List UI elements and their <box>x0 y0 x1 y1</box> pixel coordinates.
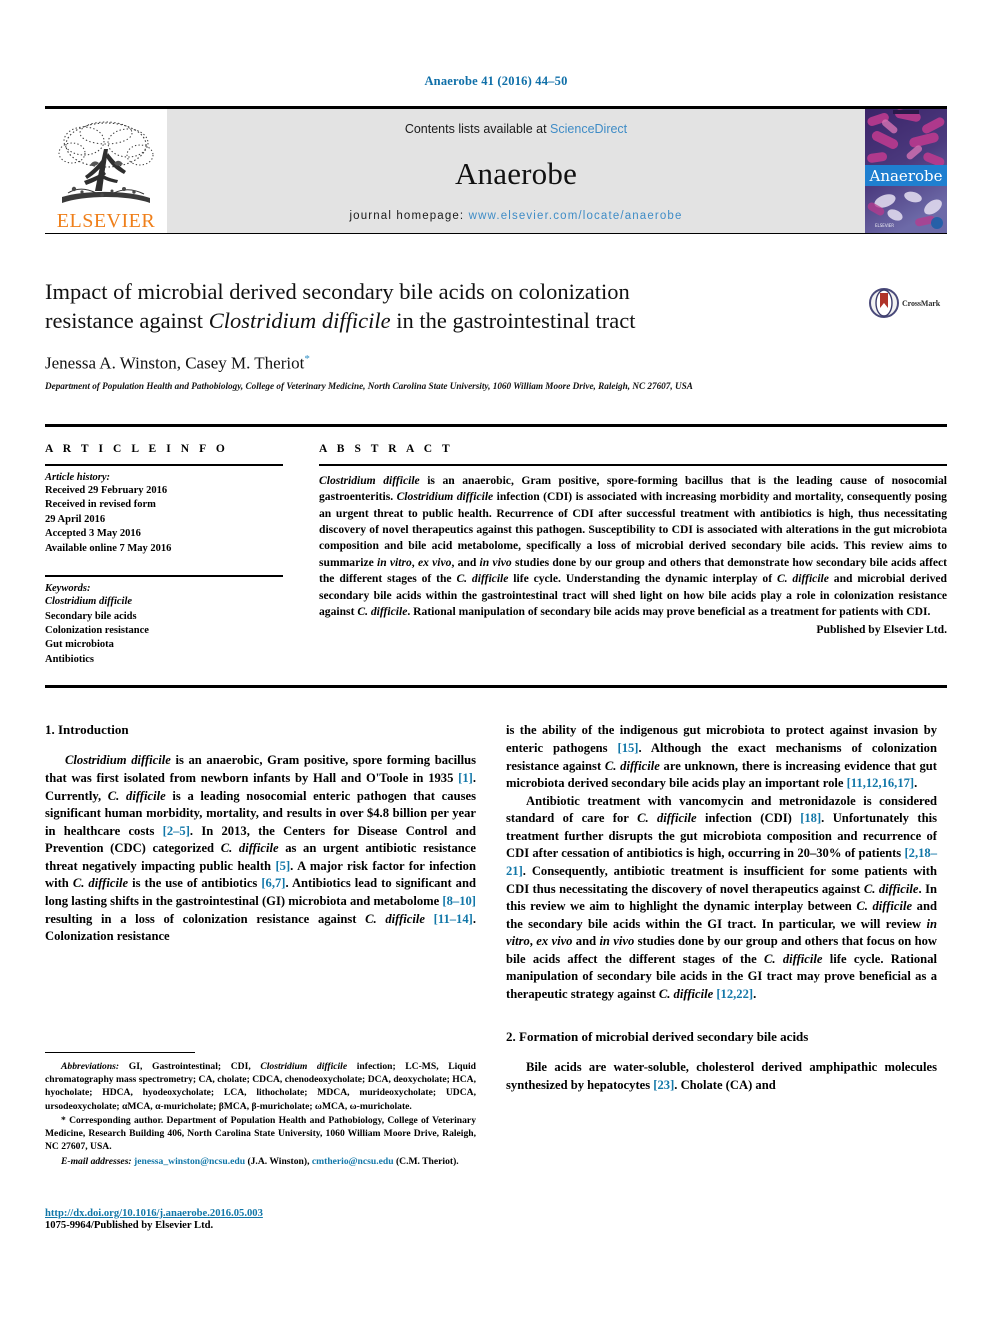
abstract-heading: A B S T R A C T <box>319 442 454 455</box>
footnote-emails: E-mail addresses: jenessa_winston@ncsu.e… <box>45 1155 476 1168</box>
email-owner-theriot: (C.M. Theriot). <box>393 1155 459 1167</box>
paragraph-intro-2: Antibiotic treatment with vancomycin and… <box>506 793 937 1001</box>
email-link-winston[interactable]: jenessa_winston@ncsu.edu <box>134 1156 245 1167</box>
page-title: Impact of microbial derived secondary bi… <box>45 278 845 336</box>
title-species-name: Clostridium difficile <box>208 307 391 333</box>
affiliation: Department of Population Health and Path… <box>45 381 693 392</box>
elsevier-tree-icon <box>54 119 158 211</box>
svg-text:ELSEVIER: ELSEVIER <box>875 223 894 228</box>
issn-publisher-line: 1075-9964/Published by Elsevier Ltd. <box>45 1220 214 1231</box>
masthead-center: Contents lists available at ScienceDirec… <box>167 109 865 233</box>
body-column-left: 1. Introduction Clostridium difficile is… <box>45 722 476 1094</box>
keyword-item: Secondary bile acids <box>45 610 137 622</box>
history-item: Available online 7 May 2016 <box>45 542 172 554</box>
footnote-corresponding-author: * Corresponding author. Department of Po… <box>45 1114 476 1154</box>
homepage-prefix: journal homepage: <box>349 210 469 222</box>
corresponding-text: Corresponding author. Department of Popu… <box>45 1114 476 1153</box>
crossmark-label: CrossMark <box>902 298 941 308</box>
corresponding-author-marker[interactable]: * <box>304 353 310 365</box>
keywords-group: Keywords: Clostridium difficile Secondar… <box>45 575 283 667</box>
abstract-column: A B S T R A C T Clostridium difficile is… <box>319 443 947 668</box>
abbreviations-label: Abbreviations: <box>61 1061 120 1072</box>
keyword-item: Antibiotics <box>45 653 95 665</box>
journal-homepage-line: journal homepage: www.elsevier.com/locat… <box>349 210 682 222</box>
crossmark-icon <box>869 288 899 318</box>
history-item: 29 April 2016 <box>45 513 106 525</box>
abstract-publisher-note: Published by Elsevier Ltd. <box>816 622 947 636</box>
footnote-abbreviations: Abbreviations: GI, Gastrointestinal; CDI… <box>45 1060 476 1113</box>
section-heading-formation: 2. Formation of microbial derived second… <box>506 1029 809 1045</box>
history-item: Received in revised form <box>45 499 156 511</box>
abstract-text: Clostridium difficile is an anaerobic, G… <box>319 473 947 619</box>
journal-title: Anaerobe <box>454 155 578 191</box>
history-item: Accepted 3 May 2016 <box>45 528 141 540</box>
history-item: Received 29 February 2016 <box>45 484 168 496</box>
title-line-2-prefix: resistance against <box>45 307 209 333</box>
email-owner-winston: (J.A. Winston), <box>245 1155 312 1167</box>
elsevier-wordmark: ELSEVIER <box>56 210 156 232</box>
doi-link[interactable]: http://dx.doi.org/10.1016/j.anaerobe.201… <box>45 1208 476 1219</box>
journal-masthead: ELSEVIER Contents lists available at Sci… <box>45 106 947 234</box>
keyword-item: Clostridium difficile <box>45 596 133 608</box>
contents-prefix: Contents lists available at <box>404 122 551 136</box>
body-columns: 1. Introduction Clostridium difficile is… <box>45 722 947 1094</box>
authors-names: Jenessa A. Winston, Casey M. Theriot <box>45 353 305 373</box>
email-label: E-mail addresses: <box>61 1155 132 1167</box>
title-line-1: Impact of microbial derived secondary bi… <box>45 279 630 304</box>
paragraph-formation-1: Bile acids are water-soluble, cholestero… <box>506 1060 937 1092</box>
article-info-column: A R T I C L E I N F O Article history: R… <box>45 443 283 668</box>
article-history-group: Article history: Received 29 February 20… <box>45 466 283 556</box>
keywords-label: Keywords: <box>45 583 91 595</box>
running-head: Anaerobe 41 (2016) 44–50 <box>424 74 568 88</box>
journal-homepage-link[interactable]: www.elsevier.com/locate/anaerobe <box>469 210 683 222</box>
title-block: Impact of microbial derived secondary bi… <box>45 278 947 394</box>
article-history-label: Article history: <box>45 471 111 483</box>
keyword-item: Colonization resistance <box>45 624 149 636</box>
journal-cover-thumbnail: Anaerobe ELSEVIER <box>865 109 947 233</box>
footer-block: http://dx.doi.org/10.1016/j.anaerobe.201… <box>45 1208 476 1231</box>
paragraph-intro-1: Clostridium difficile is an anaerobic, G… <box>45 753 476 944</box>
info-abstract-block: A R T I C L E I N F O Article history: R… <box>45 423 947 689</box>
article-page: Anaerobe 41 (2016) 44–50 ELSEVIER Conten… <box>0 0 992 1323</box>
contents-list-line: Contents lists available at ScienceDirec… <box>405 122 627 136</box>
elsevier-logo: ELSEVIER <box>45 109 167 233</box>
title-line-2-suffix: in the gastrointestinal tract <box>390 307 636 333</box>
author-list: Jenessa A. Winston, Casey M. Theriot* <box>45 353 947 374</box>
sciencedirect-link[interactable]: ScienceDirect <box>550 122 627 136</box>
body-column-right: is the ability of the indigenous gut mic… <box>506 722 937 1094</box>
footnote-divider <box>45 1052 195 1053</box>
svg-text:Anaerobe: Anaerobe <box>869 167 943 185</box>
paragraph-intro-1-continued: is the ability of the indigenous gut mic… <box>506 723 937 791</box>
email-link-theriot[interactable]: cmtherio@ncsu.edu <box>312 1156 394 1167</box>
article-info-heading: A R T I C L E I N F O <box>45 442 229 455</box>
crossmark-badge[interactable]: CrossMark <box>869 280 947 326</box>
section-heading-introduction: 1. Introduction <box>45 722 129 738</box>
keyword-item: Gut microbiota <box>45 639 114 651</box>
footnotes-block: Abbreviations: GI, Gastrointestinal; CDI… <box>45 1052 476 1168</box>
